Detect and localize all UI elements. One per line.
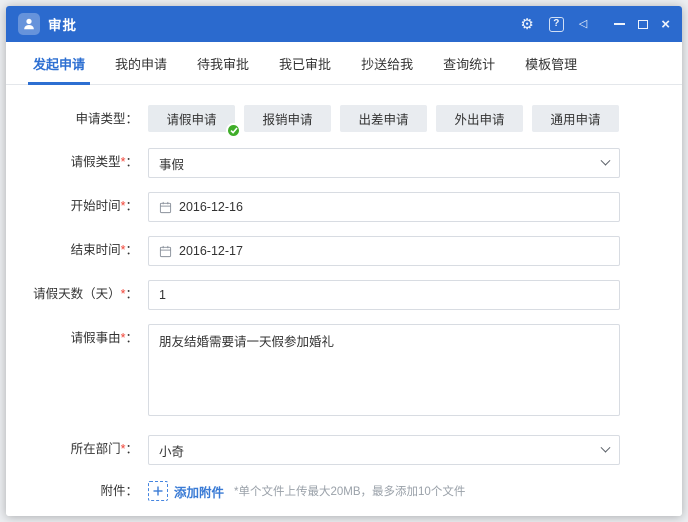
close-button[interactable]: × bbox=[661, 17, 670, 32]
help-icon[interactable]: ? bbox=[548, 16, 564, 32]
type-button-business-trip[interactable]: 出差申请 bbox=[340, 105, 427, 132]
tab-label: 我的申请 bbox=[115, 56, 168, 72]
start-date-row: 开始时间*： 2016-12-16 bbox=[6, 192, 682, 222]
tab-approved-by-me[interactable]: 我已审批 bbox=[264, 42, 346, 84]
leave-reason-textarea[interactable]: 朋友结婚需要请一天假参加婚礼 bbox=[148, 324, 620, 416]
leave-reason-label: 请假事由*： bbox=[6, 324, 148, 421]
approval-window: 审批 ⚙ ? ◁ × 发起申请 我的申请 待我审批 我已审批 抄送给我 查询统计… bbox=[6, 6, 682, 516]
end-date-picker[interactable]: 2016-12-17 bbox=[148, 236, 620, 266]
attachment-row: 附件： 添加附件 *单个文件上传最大20MB，最多添加10个文件 bbox=[6, 479, 682, 503]
end-date-value: 2016-12-17 bbox=[179, 244, 243, 258]
settings-gear-icon[interactable]: ⚙ bbox=[520, 17, 533, 32]
window-controls: × bbox=[601, 17, 670, 32]
start-date-picker[interactable]: 2016-12-16 bbox=[148, 192, 620, 222]
request-form: 申请类型： 请假申请 报销申请 出差申请 外出申请 通用申请 请假类型*： 事假… bbox=[6, 85, 682, 516]
department-label: 所在部门*： bbox=[6, 435, 148, 465]
type-button-going-out[interactable]: 外出申请 bbox=[436, 105, 523, 132]
calendar-icon bbox=[159, 245, 172, 258]
leave-days-row: 请假天数（天）*： bbox=[6, 280, 682, 310]
leave-days-label: 请假天数（天）*： bbox=[6, 280, 148, 310]
minimize-button[interactable] bbox=[614, 23, 626, 25]
label-text: 请假天数（天） bbox=[33, 287, 121, 301]
maximize-icon bbox=[638, 19, 649, 29]
label-colon: ： bbox=[125, 112, 138, 126]
tab-label: 模板管理 bbox=[525, 56, 578, 72]
add-attachment-button[interactable]: 添加附件 bbox=[148, 481, 224, 501]
type-button-general[interactable]: 通用申请 bbox=[532, 105, 619, 132]
minimize-icon bbox=[614, 23, 626, 25]
add-attachment-label: 添加附件 bbox=[174, 485, 225, 500]
attachment-hint: *单个文件上传最大20MB，最多添加10个文件 bbox=[234, 486, 466, 498]
label-colon: ： bbox=[125, 199, 138, 213]
department-value: 小奇 bbox=[159, 444, 185, 459]
label-text: 开始时间 bbox=[70, 199, 121, 213]
leave-type-row: 请假类型*： 事假 bbox=[6, 148, 682, 178]
type-button-reimbursement[interactable]: 报销申请 bbox=[244, 105, 331, 132]
plus-icon bbox=[148, 481, 168, 501]
start-date-value: 2016-12-16 bbox=[179, 200, 243, 214]
desktop-background: 审批 ⚙ ? ◁ × 发起申请 我的申请 待我审批 我已审批 抄送给我 查询统计… bbox=[0, 0, 688, 522]
label-colon: ： bbox=[125, 155, 138, 169]
titlebar: 审批 ⚙ ? ◁ × bbox=[6, 6, 682, 42]
help-question-mark: ? bbox=[548, 16, 564, 32]
label-text: 请假事由 bbox=[70, 331, 121, 345]
type-button-leave[interactable]: 请假申请 bbox=[148, 105, 241, 138]
tab-label: 查询统计 bbox=[443, 56, 496, 72]
leave-type-value: 事假 bbox=[159, 157, 185, 172]
type-button-label: 出差申请 bbox=[358, 113, 409, 127]
chevron-down-icon bbox=[600, 155, 611, 166]
apply-type-row: 申请类型： 请假申请 报销申请 出差申请 外出申请 通用申请 bbox=[6, 105, 682, 138]
back-arrow-icon[interactable]: ◁ bbox=[579, 18, 587, 30]
tab-label: 我已审批 bbox=[279, 56, 332, 72]
department-row: 所在部门*： 小奇 bbox=[6, 435, 682, 465]
label-colon: ： bbox=[125, 243, 138, 257]
tab-pending-my-approval[interactable]: 待我审批 bbox=[182, 42, 264, 84]
leave-days-input[interactable] bbox=[148, 280, 620, 310]
titlebar-actions: ⚙ ? ◁ × bbox=[505, 16, 670, 32]
attachment-label: 附件： bbox=[6, 479, 148, 503]
type-button-label: 外出申请 bbox=[454, 113, 505, 127]
selected-check-icon bbox=[226, 123, 241, 138]
end-date-label: 结束时间*： bbox=[6, 236, 148, 266]
end-date-row: 结束时间*： 2016-12-17 bbox=[6, 236, 682, 266]
type-button-label: 通用申请 bbox=[550, 113, 601, 127]
leave-reason-row: 请假事由*： 朋友结婚需要请一天假参加婚礼 bbox=[6, 324, 682, 421]
department-select[interactable]: 小奇 bbox=[148, 435, 620, 465]
tab-create-request[interactable]: 发起申请 bbox=[18, 42, 100, 85]
label-text: 附件 bbox=[100, 484, 126, 498]
type-button-label: 请假申请 bbox=[166, 113, 217, 127]
tab-cc-to-me[interactable]: 抄送给我 bbox=[346, 42, 428, 84]
maximize-button[interactable] bbox=[638, 19, 649, 29]
calendar-icon bbox=[159, 201, 172, 214]
label-colon: ： bbox=[125, 331, 138, 345]
tab-my-requests[interactable]: 我的申请 bbox=[100, 42, 182, 84]
type-button-label: 报销申请 bbox=[262, 113, 313, 127]
apply-type-options: 请假申请 报销申请 出差申请 外出申请 通用申请 bbox=[148, 105, 620, 138]
tab-label: 抄送给我 bbox=[361, 56, 414, 72]
label-colon: ： bbox=[125, 484, 138, 498]
label-text: 请假类型 bbox=[70, 155, 121, 169]
tab-label: 发起申请 bbox=[33, 56, 86, 72]
label-colon: ： bbox=[125, 442, 138, 456]
tab-bar: 发起申请 我的申请 待我审批 我已审批 抄送给我 查询统计 模板管理 bbox=[6, 42, 682, 85]
tab-label: 待我审批 bbox=[197, 56, 250, 72]
tab-query-statistics[interactable]: 查询统计 bbox=[428, 42, 510, 84]
chevron-down-icon bbox=[600, 442, 611, 453]
label-text: 所在部门 bbox=[70, 442, 121, 456]
leave-type-label: 请假类型*： bbox=[6, 148, 148, 178]
start-date-label: 开始时间*： bbox=[6, 192, 148, 222]
apply-type-label: 申请类型： bbox=[6, 105, 148, 134]
app-logo-user-icon bbox=[18, 13, 40, 35]
label-text: 结束时间 bbox=[70, 243, 121, 257]
label-colon: ： bbox=[125, 287, 138, 301]
window-title: 审批 bbox=[48, 18, 77, 33]
label-text: 申请类型 bbox=[75, 112, 126, 126]
leave-type-select[interactable]: 事假 bbox=[148, 148, 620, 178]
tab-template-management[interactable]: 模板管理 bbox=[510, 42, 592, 84]
